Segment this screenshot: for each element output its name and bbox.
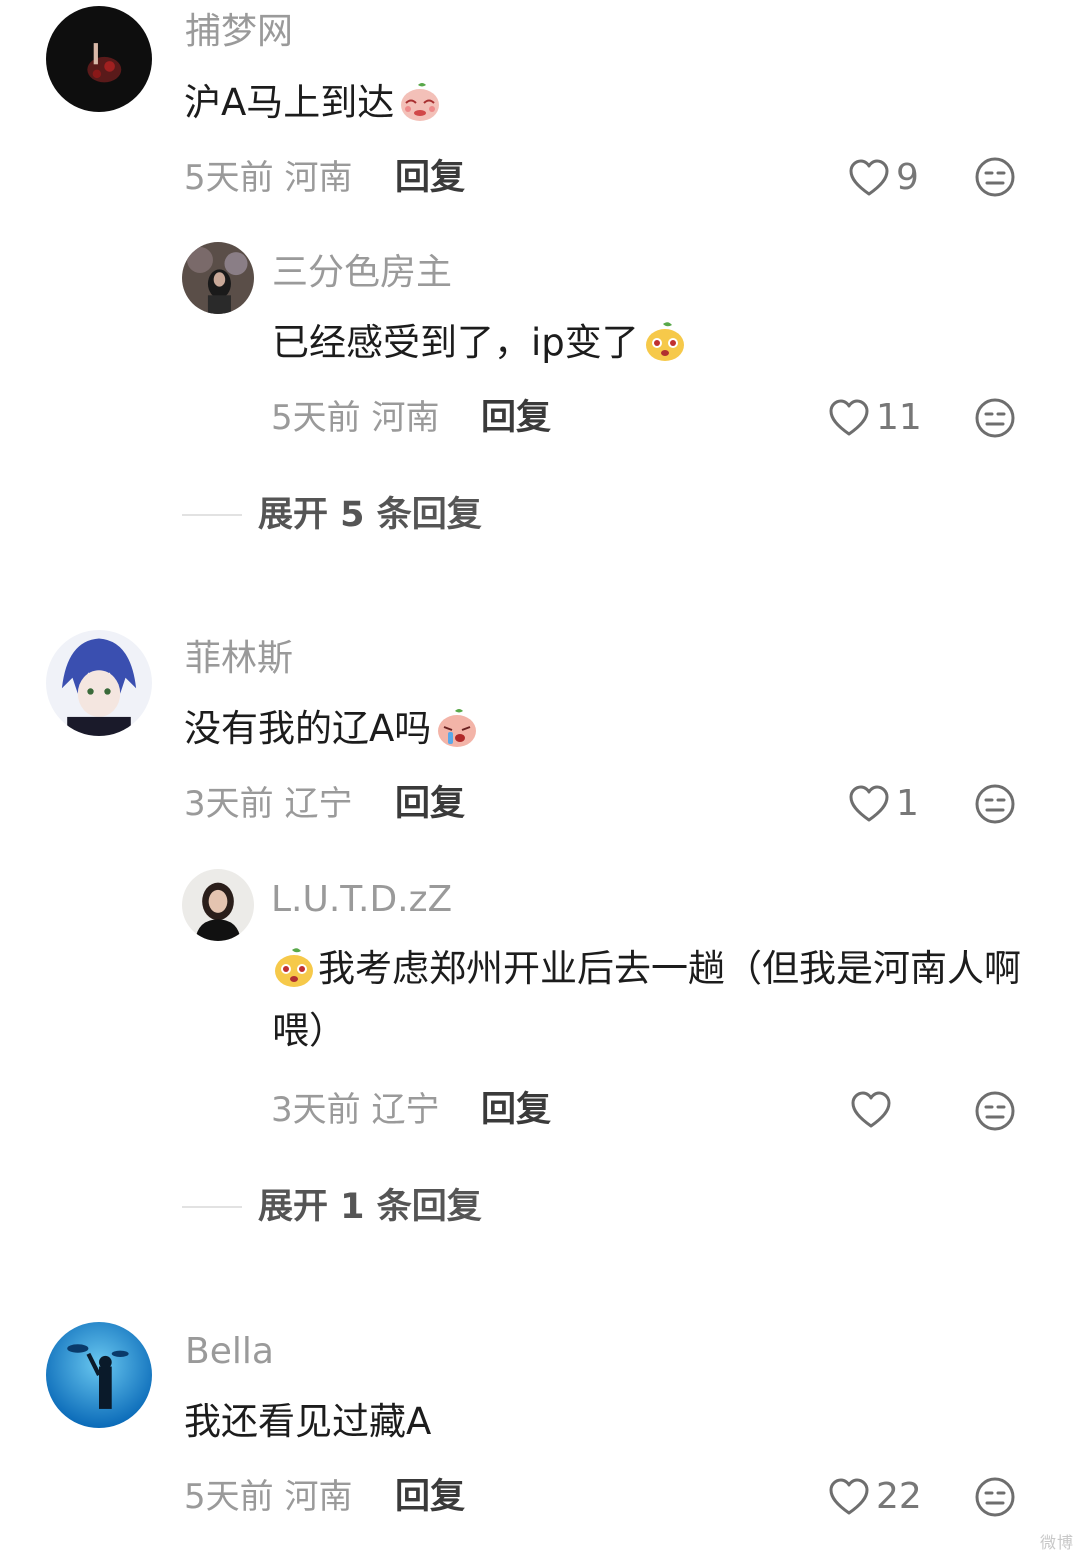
like-count: 22 bbox=[876, 1476, 922, 1517]
avatar[interactable] bbox=[46, 6, 152, 112]
like-button[interactable]: 11 bbox=[828, 396, 922, 440]
meh-face-icon bbox=[974, 156, 1016, 198]
meh-face-icon bbox=[974, 783, 1016, 825]
comment-time: 3天前 bbox=[184, 784, 274, 824]
heart-outline-icon bbox=[848, 784, 890, 824]
comment-username[interactable]: 捕梦网 bbox=[185, 12, 293, 52]
expand-divider bbox=[182, 1206, 242, 1208]
avatar[interactable] bbox=[46, 1322, 152, 1428]
reply-button[interactable]: 回复 bbox=[481, 398, 551, 438]
expand-divider bbox=[182, 514, 242, 516]
comment-text: 沪A马上到达 bbox=[184, 72, 442, 134]
reply-time: 5天前 bbox=[271, 398, 361, 438]
comment-meta: 5天前 河南 bbox=[184, 158, 352, 198]
reply-button[interactable]: 回复 bbox=[481, 1090, 551, 1130]
like-count: 9 bbox=[896, 157, 919, 198]
reply-meta: 3天前 辽宁 bbox=[271, 1090, 439, 1130]
reply-button[interactable]: 回复 bbox=[395, 784, 465, 824]
comment-location: 辽宁 bbox=[284, 784, 353, 824]
reply-button[interactable]: 回复 bbox=[395, 1477, 465, 1517]
meh-face-icon bbox=[974, 397, 1016, 439]
watermark: 微博 bbox=[1039, 1533, 1074, 1552]
dislike-button[interactable] bbox=[974, 1090, 1016, 1132]
yellow-face-sticker-icon bbox=[272, 945, 316, 989]
reply-text: 已经感受到了，ip变了 bbox=[272, 312, 687, 374]
comment-location: 河南 bbox=[284, 158, 353, 198]
reply-time: 3天前 bbox=[271, 1090, 361, 1130]
comment-username[interactable]: 菲林斯 bbox=[185, 639, 293, 679]
comment-location: 河南 bbox=[284, 1477, 353, 1517]
reply-meta: 5天前 河南 bbox=[271, 398, 439, 438]
crying-sticker-icon bbox=[435, 705, 479, 749]
reply-location: 辽宁 bbox=[371, 1090, 440, 1130]
heart-outline-icon bbox=[850, 1090, 892, 1130]
reply-username[interactable]: L.U.T.D.zZ bbox=[271, 880, 452, 920]
reply-button[interactable]: 回复 bbox=[395, 158, 465, 198]
dislike-button[interactable] bbox=[974, 783, 1016, 825]
like-count: 1 bbox=[896, 783, 919, 824]
heart-outline-icon bbox=[828, 398, 870, 438]
avatar[interactable] bbox=[182, 869, 254, 941]
like-button[interactable]: 22 bbox=[828, 1475, 922, 1519]
comment-meta: 3天前 辽宁 bbox=[184, 784, 352, 824]
heart-outline-icon bbox=[828, 1477, 870, 1517]
meh-face-icon bbox=[974, 1090, 1016, 1132]
shy-sticker-icon bbox=[398, 79, 442, 123]
dislike-button[interactable] bbox=[974, 1476, 1016, 1518]
avatar[interactable] bbox=[46, 630, 152, 736]
comment-time: 5天前 bbox=[184, 1477, 274, 1517]
comment-meta: 5天前 河南 bbox=[184, 1477, 352, 1517]
avatar[interactable] bbox=[182, 242, 254, 314]
dislike-button[interactable] bbox=[974, 397, 1016, 439]
expand-replies-button[interactable]: 展开 1 条回复 bbox=[258, 1187, 482, 1227]
heart-outline-icon bbox=[848, 158, 890, 198]
meh-face-icon bbox=[974, 1476, 1016, 1518]
like-button[interactable] bbox=[850, 1088, 898, 1132]
reply-username[interactable]: 三分色房主 bbox=[272, 253, 452, 293]
yellow-face-sticker-icon bbox=[643, 319, 687, 363]
like-count: 11 bbox=[876, 397, 922, 438]
comment-text: 我还看见过藏A bbox=[184, 1400, 432, 1443]
dislike-button[interactable] bbox=[974, 156, 1016, 198]
comment-text: 没有我的辽A吗 bbox=[184, 698, 479, 760]
like-button[interactable]: 9 bbox=[848, 156, 919, 200]
reply-location: 河南 bbox=[371, 398, 440, 438]
comment-username[interactable]: Bella bbox=[185, 1332, 274, 1372]
expand-replies-button[interactable]: 展开 5 条回复 bbox=[258, 495, 482, 535]
reply-text: 我考虑郑州开业后去一趟（但我是河南人啊喂） bbox=[272, 945, 1021, 1052]
comment-time: 5天前 bbox=[184, 158, 274, 198]
like-button[interactable]: 1 bbox=[848, 782, 919, 826]
